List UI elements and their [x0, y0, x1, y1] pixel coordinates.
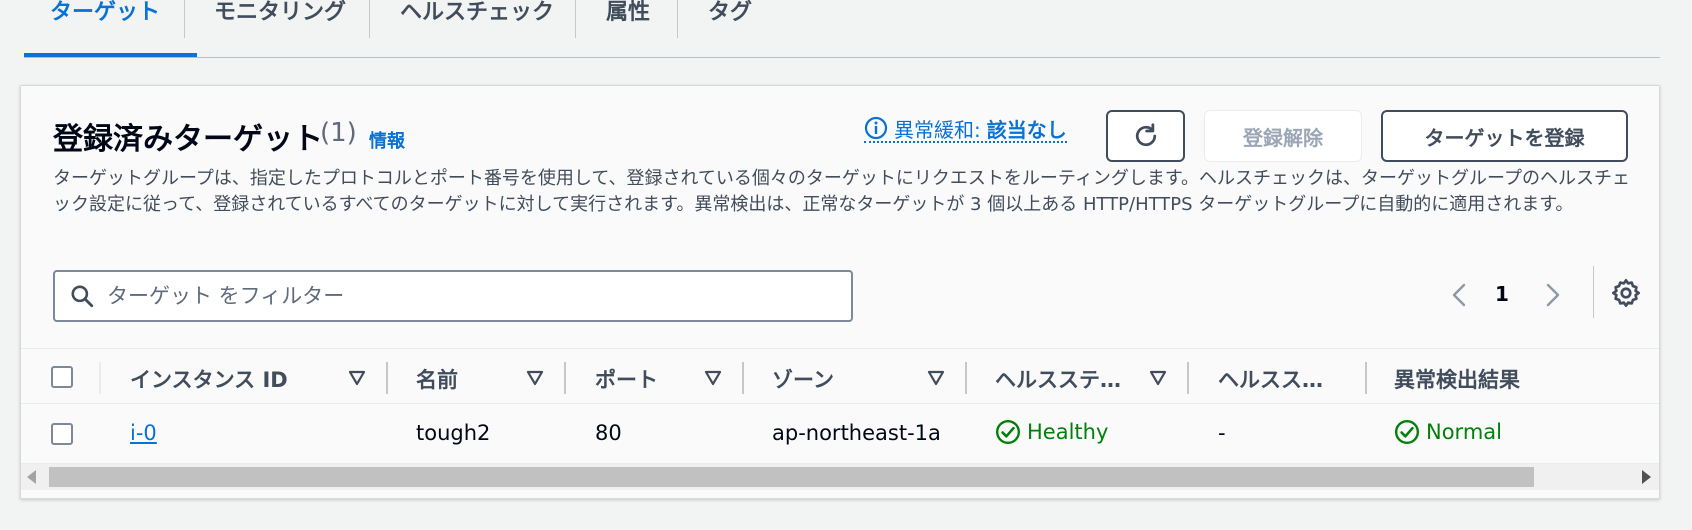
refresh-icon [1135, 123, 1156, 147]
column-divider[interactable] [742, 362, 744, 394]
refresh-button[interactable] [1106, 110, 1185, 162]
anomaly-result: Normal [1394, 419, 1502, 445]
tab-divider [575, 0, 576, 38]
column-header-instance-id[interactable]: インスタンス ID [130, 364, 288, 394]
anomaly-mitigation-label: 異常緩和: [894, 117, 981, 142]
health-status-text: Healthy [1027, 420, 1109, 444]
tab-tags[interactable]: タグ [708, 0, 752, 58]
sort-caret-icon[interactable] [926, 368, 946, 388]
deregister-button[interactable]: 登録解除 [1204, 110, 1362, 162]
info-icon [864, 116, 888, 140]
anomaly-result-text: Normal [1426, 420, 1502, 444]
column-divider[interactable] [564, 362, 566, 394]
column-divider[interactable] [965, 362, 967, 394]
anomaly-mitigation-link[interactable]: 異常緩和: 該当なし [864, 115, 1067, 143]
gear-icon[interactable] [1610, 277, 1642, 309]
target-count: (1) [320, 118, 357, 148]
target-port: 80 [595, 421, 622, 445]
sort-caret-icon[interactable] [525, 368, 545, 388]
tab-divider [369, 0, 370, 38]
sort-caret-icon[interactable] [1148, 368, 1168, 388]
panel-title: 登録済みターゲット [53, 122, 323, 157]
info-link[interactable]: 情報 [369, 127, 405, 153]
active-tab-indicator [24, 53, 197, 57]
pagination-divider [1593, 266, 1594, 318]
target-zone: ap-northeast-1a [772, 421, 941, 445]
register-targets-button[interactable]: ターゲットを登録 [1381, 110, 1628, 162]
tab-monitoring[interactable]: モニタリング [214, 0, 346, 58]
column-divider[interactable] [1365, 362, 1367, 394]
column-divider[interactable] [1187, 362, 1189, 394]
health-details: - [1218, 421, 1226, 445]
table-header: インスタンス ID 名前 ポート ゾーン ヘルスステ… ヘルスス… 異常検出結果 [21, 348, 1659, 404]
tab-divider [184, 0, 185, 38]
horizontal-scrollbar[interactable] [21, 464, 1659, 490]
check-circle-icon [995, 419, 1021, 445]
tab-attributes[interactable]: 属性 [606, 0, 650, 58]
scrollbar-thumb[interactable] [49, 467, 1534, 487]
sort-caret-icon[interactable] [703, 368, 723, 388]
target-name: tough2 [416, 421, 491, 445]
health-status: Healthy [995, 419, 1108, 445]
tab-divider [677, 0, 678, 38]
panel-description: ターゲットグループは、指定したプロトコルとポート番号を使用して、登録されている個… [53, 168, 1630, 215]
table-row: i-0 tough2 80 ap-northeast-1a Healthy - … [21, 404, 1659, 464]
sort-caret-icon[interactable] [347, 368, 367, 388]
column-header-zone[interactable]: ゾーン [772, 364, 834, 394]
tab-targets[interactable]: ターゲット [50, 0, 160, 58]
chevron-left-icon[interactable] [1444, 279, 1476, 311]
tab-health-checks[interactable]: ヘルスチェック [400, 0, 554, 58]
check-circle-icon [1394, 419, 1420, 445]
column-header-health-status[interactable]: ヘルスステ… [995, 364, 1121, 394]
filter-search-box[interactable] [53, 270, 853, 322]
column-header-anomaly-result[interactable]: 異常検出結果 [1394, 364, 1520, 394]
scroll-right-arrow-icon[interactable] [1642, 470, 1651, 484]
column-header-name[interactable]: 名前 [416, 364, 458, 394]
column-header-port[interactable]: ポート [595, 364, 658, 394]
current-page-number[interactable]: 1 [1495, 282, 1509, 306]
column-header-health-details[interactable]: ヘルスス… [1218, 364, 1323, 394]
scroll-left-arrow-icon[interactable] [27, 470, 36, 484]
column-divider[interactable] [386, 362, 388, 394]
filter-input[interactable] [107, 284, 827, 308]
select-all-checkbox[interactable] [51, 366, 73, 388]
chevron-right-icon[interactable] [1536, 279, 1568, 311]
column-divider [99, 362, 101, 394]
anomaly-mitigation-value: 該当なし [986, 117, 1067, 142]
instance-id-link[interactable]: i-0 [130, 421, 326, 445]
registered-targets-panel: 登録済みターゲット (1) 情報 異常緩和: 該当なし 登録解除 ターゲットを登… [20, 85, 1660, 499]
tab-bar: ターゲット モニタリング ヘルスチェック 属性 タグ [24, 0, 1660, 58]
row-select-checkbox[interactable] [51, 423, 73, 445]
search-icon [71, 285, 94, 308]
